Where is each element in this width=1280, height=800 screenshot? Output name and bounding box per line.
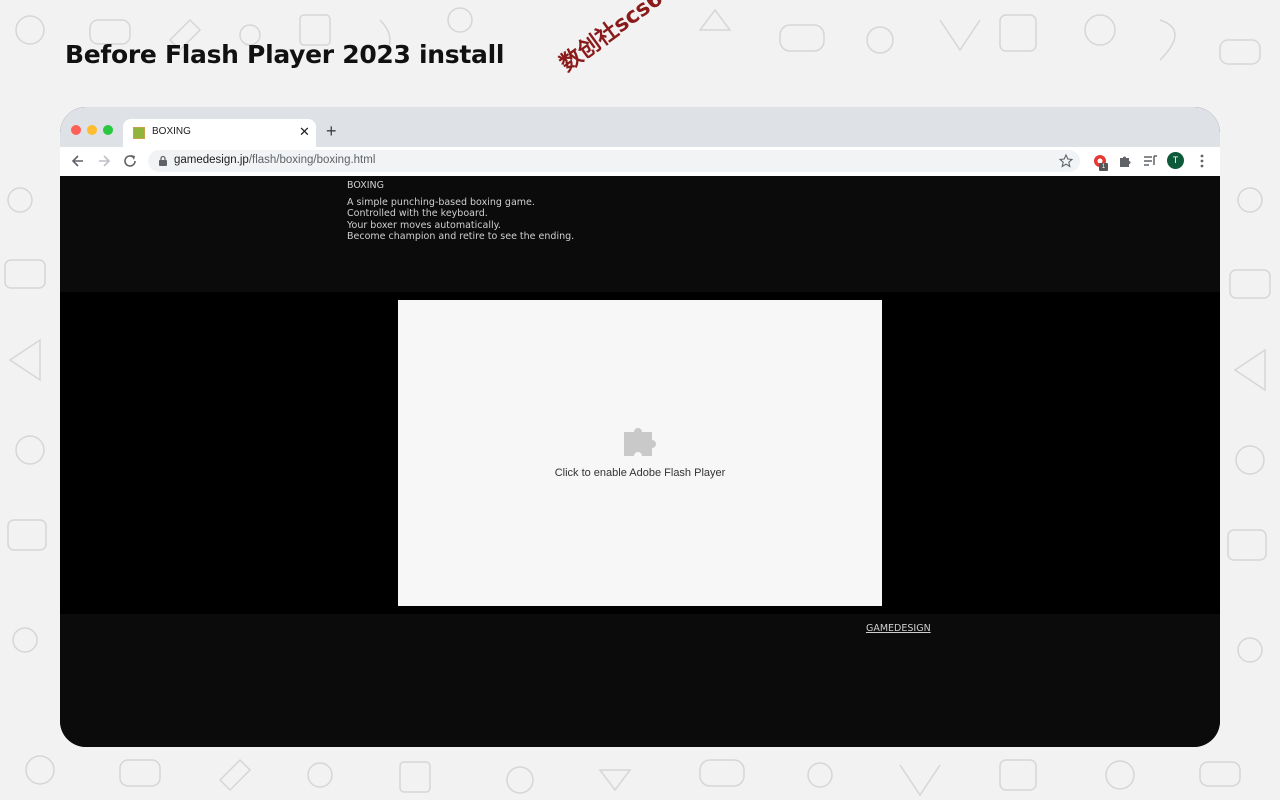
tab-bar: BOXING ✕ + (60, 107, 1220, 147)
description-line: Your boxer moves automatically. (347, 219, 501, 231)
plus-icon[interactable]: + (326, 121, 337, 141)
boxing-favicon-icon (133, 127, 145, 139)
description-line: A simple punching-based boxing game. (347, 196, 535, 208)
browser-toolbar: gamedesign.jp/flash/boxing/boxing.html T (60, 147, 1220, 177)
lock-icon[interactable] (157, 155, 169, 167)
maximize-window-button[interactable] (103, 125, 113, 135)
reload-icon[interactable] (122, 153, 138, 169)
close-window-button[interactable] (71, 125, 81, 135)
enable-flash-message[interactable]: Click to enable Adobe Flash Player (398, 467, 882, 479)
page-heading: Before Flash Player 2023 install (65, 40, 505, 69)
puzzle-plugin-icon (624, 428, 656, 456)
minimize-window-button[interactable] (87, 125, 97, 135)
page-content: BOXING A simple punching-based boxing ga… (60, 176, 1220, 747)
close-icon[interactable]: ✕ (299, 124, 310, 140)
forward-arrow-icon[interactable] (96, 153, 112, 169)
extension-badge: 1 (1099, 163, 1108, 171)
tab-title: BOXING (152, 126, 191, 137)
gamedesign-link[interactable]: GAMEDESIGN (866, 623, 931, 634)
tab-boxing[interactable]: BOXING ✕ (123, 119, 316, 147)
game-title: BOXING (347, 180, 384, 191)
star-icon[interactable] (1059, 154, 1073, 168)
address-bar[interactable]: gamedesign.jp/flash/boxing/boxing.html (148, 150, 1080, 172)
flash-placeholder[interactable]: Click to enable Adobe Flash Player (398, 300, 882, 606)
description-line: Controlled with the keyboard. (347, 208, 488, 219)
avatar[interactable]: T (1167, 152, 1184, 169)
url-text: gamedesign.jp/flash/boxing/boxing.html (174, 154, 376, 166)
game-info: BOXING A simple punching-based boxing ga… (347, 180, 574, 243)
back-arrow-icon[interactable] (70, 153, 86, 169)
game-stage: Click to enable Adobe Flash Player (60, 292, 1220, 614)
browser-window: BOXING ✕ + gamedesign.jp/flash/boxing/bo… (60, 107, 1220, 747)
description-line: Become champion and retire to see the en… (347, 231, 575, 242)
puzzle-extensions-icon[interactable] (1117, 153, 1133, 169)
menu-dots-icon[interactable] (1198, 153, 1206, 169)
reading-list-icon[interactable] (1142, 153, 1158, 169)
